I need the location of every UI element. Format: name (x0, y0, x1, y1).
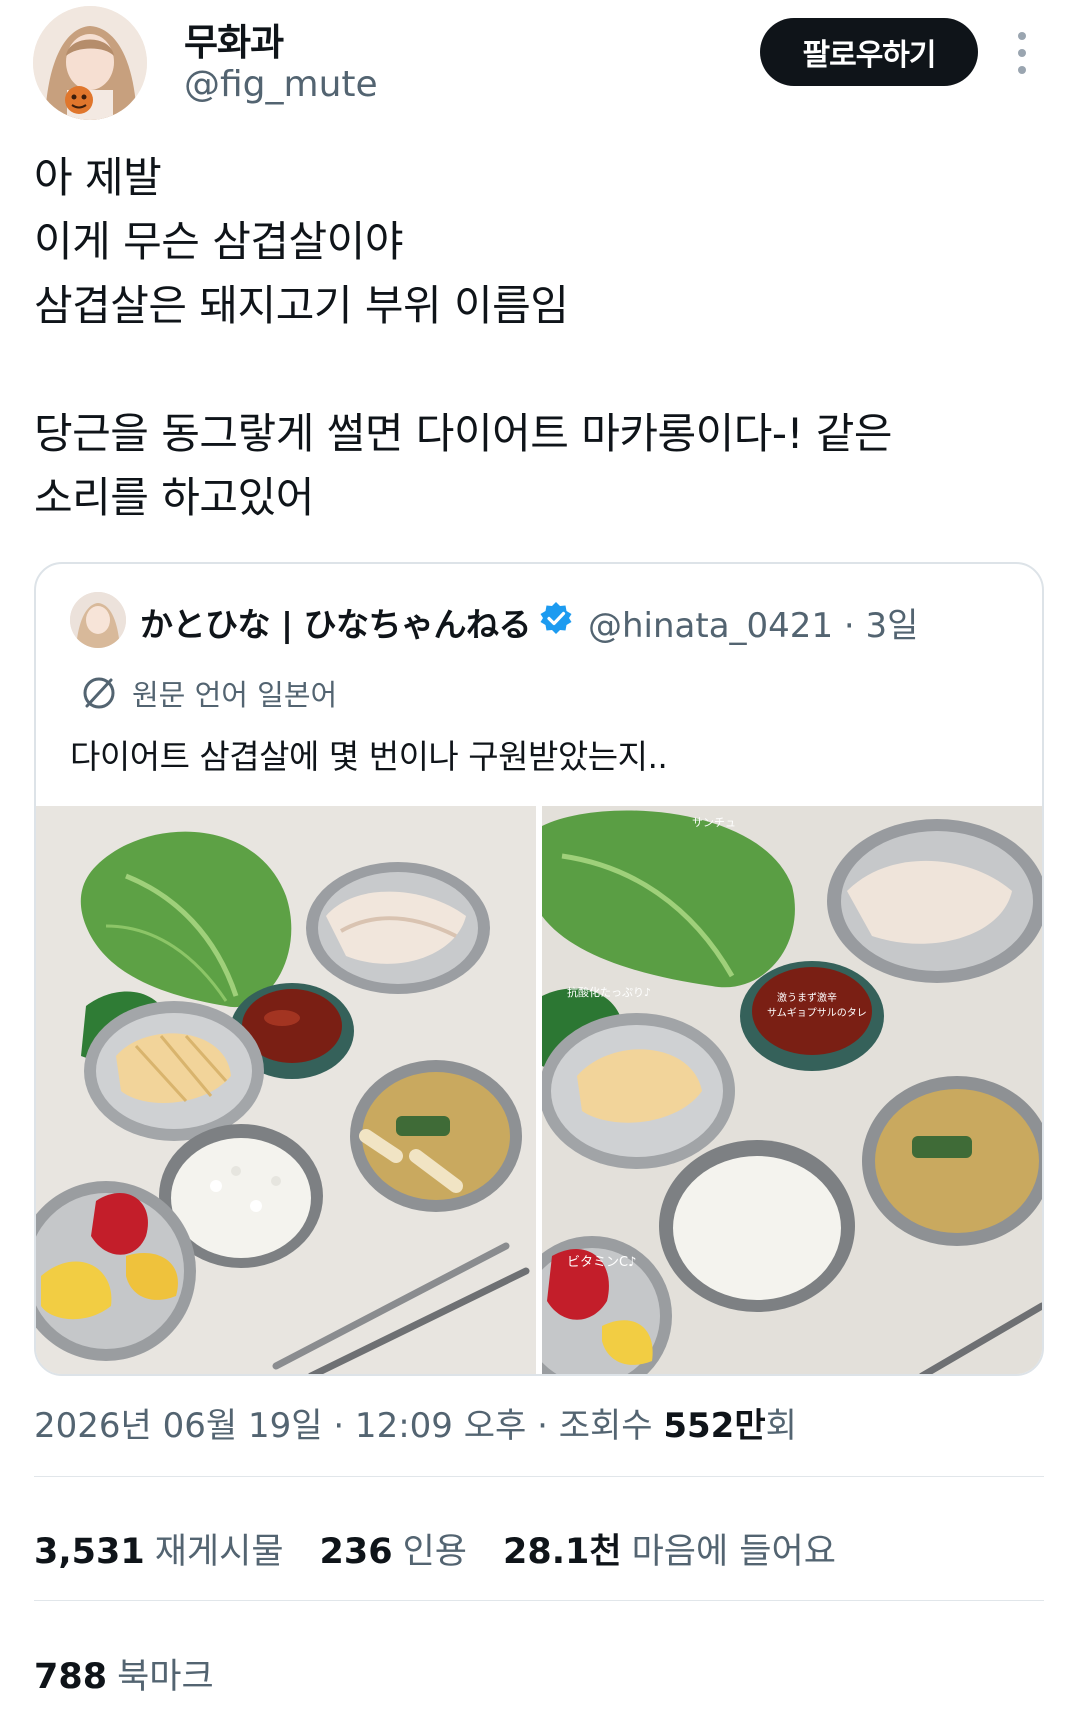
likes-label: 마음에 들어요 (631, 1532, 836, 1572)
divider (34, 1476, 1044, 1477)
quoted-tweet-card[interactable]: かとひな | ひなちゃんねる @hinata_0421 · 3일 원문 언어 일… (34, 562, 1044, 1376)
quotes-count: 236 (319, 1532, 393, 1572)
globe-translate-icon (83, 677, 115, 709)
tweet-timestamp-views: 2026년 06월 19일 · 12:09 오후 · 조회수 552만회 (34, 1398, 797, 1447)
divider (34, 1600, 1044, 1601)
bookmarks-label: 북마크 (117, 1657, 214, 1697)
follow-button[interactable]: 팔로우하기 (760, 18, 978, 86)
view-count-suffix: 회 (765, 1406, 797, 1446)
quotes-stat[interactable]: 236 인용 (320, 1523, 467, 1574)
author-avatar[interactable] (33, 6, 147, 120)
tweet-line: 소리를 하고있어 (34, 473, 314, 522)
image-overlay-text: 激うまず激辛 (777, 991, 837, 1004)
quoted-text: 다이어트 삼겹살에 몇 번이나 구원받았는지.. (70, 737, 668, 776)
translation-row[interactable]: 원문 언어 일본어 (80, 672, 337, 714)
author-display-name[interactable]: 무화과 (184, 12, 284, 66)
likes-count: 28.1천 (503, 1532, 622, 1572)
tweet-line: 아 제발 (34, 153, 162, 202)
translation-label: 원문 언어 일본어 (132, 678, 338, 712)
image-overlay-text: 抗酸化たっぷり♪ (567, 985, 651, 999)
quoted-author-name: かとひな | ひなちゃんねる (140, 605, 532, 644)
view-count: 552만 (663, 1406, 766, 1446)
tweet-line: 삼겹살은 돼지고기 부위 이름임 (34, 281, 569, 330)
more-vertical-icon[interactable] (1010, 32, 1034, 74)
quotes-label: 인용 (402, 1532, 467, 1572)
quoted-handle-date: @hinata_0421 · 3일 (588, 606, 919, 646)
likes-stat[interactable]: 28.1천 마음에 들어요 (503, 1523, 836, 1574)
timestamp: 2026년 06월 19일 · 12:09 오후 · 조회수 (34, 1406, 664, 1446)
reposts-count: 3,531 (34, 1532, 145, 1572)
tweet-text: 아 제발 이게 무슨 삼겹살이야 삼겹살은 돼지고기 부위 이름임 당근을 동그… (34, 146, 1034, 530)
quoted-image-1[interactable] (36, 806, 536, 1374)
tweet-detail: 무화과 @fig_mute 팔로우하기 아 제발 이게 무슨 삼겹살이야 삼겹살… (0, 0, 1080, 1709)
reposts-label: 재게시물 (154, 1532, 284, 1572)
quoted-author-avatar (70, 592, 126, 648)
reposts-stat[interactable]: 3,531 재게시물 (34, 1523, 284, 1574)
image-overlay-text: サムギョプサルのタレ (767, 1007, 867, 1019)
quoted-image-2[interactable]: サンチュ 抗酸化たっぷり♪ 激うまず激辛 サムギョプサルのタレ ビタミンC♪ (542, 806, 1042, 1374)
tweet-line: 당근을 동그랗게 썰면 다이어트 마카롱이다-! 같은 (34, 409, 893, 458)
author-handle[interactable]: @fig_mute (184, 64, 378, 105)
image-overlay-text: サンチュ (692, 816, 736, 829)
image-overlay-text: ビタミンC♪ (567, 1255, 636, 1270)
verified-badge-icon (540, 602, 572, 634)
engagement-stats: 3,531 재게시물 236 인용 28.1천 마음에 들어요 (34, 1523, 872, 1574)
bookmarks-stat[interactable]: 788 북마크 (34, 1648, 214, 1699)
tweet-line: 이게 무슨 삼겹살이야 (34, 217, 403, 266)
quoted-media: サンチュ 抗酸化たっぷり♪ 激うまず激辛 サムギョプサルのタレ ビタミンC♪ (36, 806, 1042, 1374)
bookmarks-count: 788 (34, 1657, 108, 1697)
